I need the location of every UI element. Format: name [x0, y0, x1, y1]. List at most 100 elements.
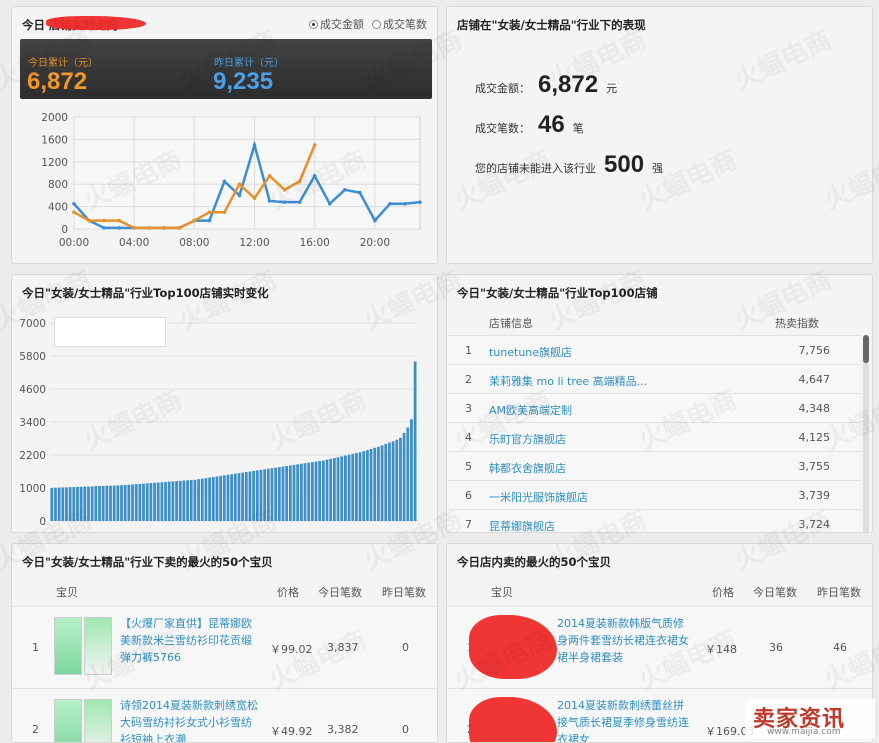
shop-link[interactable]: AM欧美高端定制	[489, 402, 572, 418]
bar	[259, 469, 263, 521]
bar	[277, 467, 281, 521]
list-row[interactable]: 6 一米阳光服饰旗舰店 3,739	[447, 480, 860, 510]
product-link[interactable]: 【火爆厂家直供】昆蒂娜欧美新款米兰雪纺衫印花贡缎弹力裤5766	[120, 615, 262, 669]
x-tick-label: 08:00	[179, 237, 209, 249]
bar	[116, 485, 120, 521]
amount-label: 成交金额：	[475, 82, 530, 95]
product-image[interactable]	[84, 699, 112, 742]
bar	[230, 474, 233, 521]
product-row[interactable]: 1 【火爆厂家直供】昆蒂娜欧美新款米兰雪纺衫印花贡缎弹力裤5766 ￥99.02 3,…	[12, 606, 437, 687]
bar	[83, 486, 87, 521]
list-row[interactable]: 7 昆蒂娜旗舰店 3,724	[447, 509, 860, 532]
bar	[193, 479, 197, 521]
count-unit: 笔	[572, 122, 584, 135]
bar	[149, 483, 153, 521]
data-point	[267, 199, 272, 203]
bar	[388, 442, 391, 521]
shop-products-title: 今日店内卖的最火的50个宝贝	[457, 555, 612, 569]
radio-count[interactable]: 成交笔数	[372, 16, 427, 32]
shop-link[interactable]: 一米阳光服饰旗舰店	[489, 489, 588, 505]
hot-index: 4,348	[798, 402, 831, 415]
scrollbar-thumb[interactable]	[863, 335, 869, 363]
bar	[329, 458, 333, 521]
radio-amount[interactable]: 成交金额	[309, 16, 364, 32]
product-image[interactable]	[54, 699, 82, 742]
top100-list-title: 今日"女装/女士精品"行业Top100店铺	[457, 286, 658, 300]
amount-stat: 成交金额： 6,872 元	[475, 71, 617, 99]
bar	[288, 465, 292, 521]
metric-radio-group: 成交金额 成交笔数	[309, 16, 427, 32]
list-row[interactable]: 1 tunetune旗舰店 7,756	[447, 335, 860, 365]
product-row[interactable]: 2 诗领2014夏装新款刺绣宽松大码雪纺衬衫女式小衫雪纺衫短袖上衣潮 ￥49.92 3…	[12, 688, 437, 742]
col-index-header: 热卖指数	[775, 317, 819, 330]
bar	[72, 487, 76, 521]
data-point	[222, 179, 227, 184]
bar	[303, 463, 307, 521]
col-today-header: 今日笔数	[753, 586, 797, 599]
data-point	[102, 226, 106, 230]
bar	[406, 427, 410, 521]
data-point	[192, 218, 197, 223]
hot-products-panel: 今日"女装/女士精品"行业下卖的最火的50个宝贝 宝贝 价格 今日笔数 昨日笔数…	[11, 543, 438, 743]
bar	[391, 441, 395, 521]
product-price: ￥49.92	[270, 725, 313, 738]
product-price: ￥148	[705, 643, 737, 656]
hot-products-title: 今日"女装/女士精品"行业下卖的最火的50个宝贝	[22, 555, 273, 569]
list-row[interactable]: 2 茉莉雅集 mo li tree 高端精品... 4,647	[447, 364, 860, 394]
list-scrollbar[interactable]	[863, 335, 869, 532]
product-row[interactable]: 12014夏装新款韩版气质修身两件套雪纺长裙连衣裙女裙半身裙套装￥1483646	[447, 606, 872, 687]
shop-link[interactable]: 乐町官方旗舰店	[489, 431, 566, 447]
data-point	[312, 143, 317, 147]
list-row[interactable]: 4 乐町官方旗舰店 4,125	[447, 422, 860, 452]
list-row[interactable]: 5 韩都衣舍旗舰店 3,755	[447, 451, 860, 481]
shop-link[interactable]: 茉莉雅集 mo li tree 高端精品...	[489, 373, 647, 389]
bar	[200, 478, 204, 521]
hot-index: 3,739	[798, 489, 831, 502]
bar	[395, 439, 399, 521]
yesterday-count: 46	[833, 641, 847, 654]
data-point	[102, 218, 106, 223]
realtime-line-chart: 0 400 800 1200 1600 2000 00:00 04:00 08:00 12:00 1…	[41, 112, 422, 249]
col-yesterday-header: 昨日笔数	[382, 586, 426, 599]
hot-index: 3,724	[798, 518, 831, 531]
bar	[321, 460, 325, 521]
product-link[interactable]: 2014夏装新款韩版气质修身两件套雪纺长裙连衣裙女裙半身裙套装	[557, 615, 693, 669]
radio-selected-icon	[309, 19, 318, 29]
y-tick-label: 7000	[19, 318, 46, 330]
bar	[307, 462, 311, 521]
product-link[interactable]: 诗领2014夏装新款刺绣宽松大码雪纺衬衫女式小衫雪纺衫短袖上衣潮	[120, 697, 262, 742]
product-image[interactable]	[54, 617, 82, 675]
data-point	[162, 226, 167, 230]
site-logo: 卖家资讯 www.maijia.com	[745, 699, 875, 739]
bar	[399, 437, 402, 521]
count-stat: 成交笔数： 46 笔	[475, 111, 584, 139]
data-point	[177, 226, 182, 230]
bar	[54, 487, 57, 521]
bar	[171, 481, 175, 521]
y-tick-label: 1600	[41, 134, 68, 146]
rank-stat: 您的店铺未能进入该行业 500 强	[475, 151, 663, 179]
bar	[340, 456, 344, 521]
shop-link[interactable]: 昆蒂娜旗舰店	[489, 518, 555, 532]
y-tick-label: 3400	[19, 417, 46, 429]
bar	[112, 485, 116, 521]
product-link[interactable]: 2014夏装新款刺绣蕾丝拼接气质长裙夏季修身雪纺连衣裙女	[557, 697, 693, 742]
bar	[50, 488, 54, 521]
shop-link[interactable]: 韩都衣舍旗舰店	[489, 460, 566, 476]
product-image[interactable]	[84, 617, 112, 675]
list-row[interactable]: 3 AM欧美高端定制 4,348	[447, 393, 860, 423]
bar	[296, 464, 300, 521]
row-rank: 1	[32, 641, 39, 654]
shop-link[interactable]: tunetune旗舰店	[489, 344, 572, 360]
data-point	[117, 218, 121, 223]
row-rank: 1	[465, 344, 472, 357]
radio-empty-icon	[372, 19, 381, 29]
bar	[61, 487, 65, 521]
radio-amount-label: 成交金额	[320, 18, 364, 31]
amount-value: 6,872	[538, 71, 599, 98]
bar	[134, 484, 138, 521]
data-point	[117, 226, 121, 230]
data-point	[252, 196, 257, 200]
bar	[252, 470, 256, 521]
col-today-header: 今日笔数	[318, 586, 362, 599]
